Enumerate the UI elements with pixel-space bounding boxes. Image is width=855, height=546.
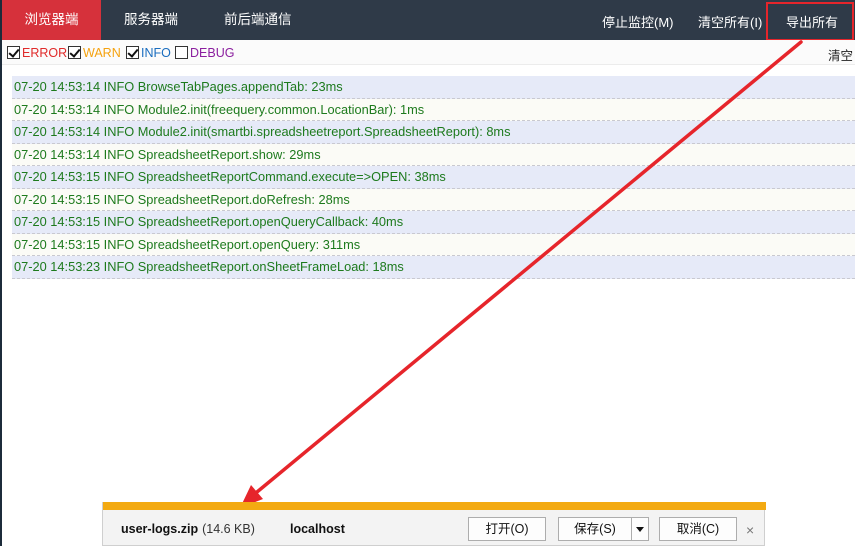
filter-debug[interactable]: DEBUG (175, 45, 234, 60)
tab-communication[interactable]: 前后端通信 (224, 0, 292, 40)
warn-checkbox[interactable] (68, 46, 81, 59)
debug-label: DEBUG (190, 45, 235, 60)
filter-warn[interactable]: WARN (68, 45, 121, 60)
clear-link[interactable]: 清空 (828, 45, 853, 64)
log-row: 07-20 14:53:14 INFO Module2.init(smartbi… (12, 121, 855, 144)
clear-all-button[interactable]: 清空所有(I) (698, 0, 762, 40)
info-checkbox[interactable] (126, 46, 139, 59)
filter-error[interactable]: ERROR (7, 45, 67, 60)
save-button[interactable]: 保存(S) (558, 517, 632, 541)
download-size: (14.6 KB) (202, 522, 255, 536)
warn-label: WARN (83, 45, 121, 60)
stop-monitor-button[interactable]: 停止监控(M) (602, 0, 674, 40)
tab-browser[interactable]: 浏览器端 (2, 0, 101, 40)
export-highlight-box (766, 2, 854, 41)
download-host: localhost (290, 522, 345, 536)
save-options-button[interactable] (631, 517, 649, 541)
filter-info[interactable]: INFO (126, 45, 171, 60)
log-row: 07-20 14:53:15 INFO SpreadsheetReport.do… (12, 188, 855, 211)
log-row: 07-20 14:53:14 INFO Module2.init(freeque… (12, 98, 855, 121)
log-list: 07-20 14:53:14 INFO BrowseTabPages.appen… (12, 76, 855, 279)
download-progress (103, 502, 766, 510)
level-filter-bar: ERROR WARN INFO DEBUG 清空 (2, 40, 855, 65)
log-row: 07-20 14:53:14 INFO BrowseTabPages.appen… (12, 76, 855, 99)
log-row: 07-20 14:53:14 INFO SpreadsheetReport.sh… (12, 143, 855, 166)
cancel-button[interactable]: 取消(C) (659, 517, 737, 541)
error-checkbox[interactable] (7, 46, 20, 59)
error-label: ERROR (22, 45, 68, 60)
close-icon[interactable]: × (746, 522, 754, 538)
log-row: 07-20 14:53:15 INFO SpreadsheetReport.op… (12, 211, 855, 234)
dropdown-arrow-icon (636, 527, 644, 533)
download-filename-text: user-logs.zip (121, 522, 199, 536)
info-label: INFO (141, 45, 171, 60)
log-row: 07-20 14:53:15 INFO SpreadsheetReportCom… (12, 166, 855, 189)
open-button[interactable]: 打开(O) (468, 517, 546, 541)
log-row: 07-20 14:53:23 INFO SpreadsheetReport.on… (12, 256, 855, 279)
download-filename: user-logs.zip (14.6 KB) (121, 522, 255, 536)
debug-checkbox[interactable] (175, 46, 188, 59)
log-row: 07-20 14:53:15 INFO SpreadsheetReport.op… (12, 233, 855, 256)
tab-server[interactable]: 服务器端 (124, 0, 178, 40)
window-left-edge (0, 0, 2, 546)
download-bar: user-logs.zip (14.6 KB) localhost 打开(O) 保… (102, 502, 766, 546)
top-toolbar: 浏览器端 服务器端 前后端通信 停止监控(M) 清空所有(I) 导出所有(X) (2, 0, 855, 76)
